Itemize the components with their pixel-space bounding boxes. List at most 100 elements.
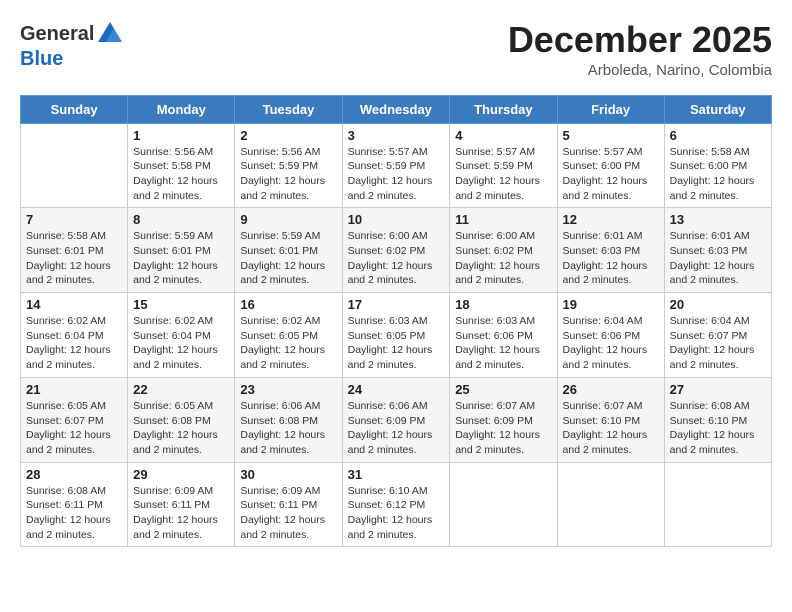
day-info: Sunrise: 5:58 AM Sunset: 6:01 PM Dayligh… [26, 229, 122, 288]
day-number: 22 [133, 382, 229, 397]
calendar-week-4: 21 Sunrise: 6:05 AM Sunset: 6:07 PM Dayli… [21, 377, 772, 462]
calendar-cell: 2 Sunrise: 5:56 AM Sunset: 5:59 PM Daylig… [235, 123, 342, 208]
day-number: 29 [133, 467, 229, 482]
calendar-cell: 10 Sunrise: 6:00 AM Sunset: 6:02 PM Dayli… [342, 208, 450, 293]
title-block: December 2025 Arboleda, Narino, Colombia [508, 20, 772, 79]
day-info: Sunrise: 6:08 AM Sunset: 6:11 PM Dayligh… [26, 484, 122, 543]
day-number: 3 [348, 128, 445, 143]
logo-icon [96, 20, 124, 48]
day-info: Sunrise: 6:03 AM Sunset: 6:06 PM Dayligh… [455, 314, 551, 373]
calendar-header-friday: Friday [557, 95, 664, 123]
calendar-cell: 18 Sunrise: 6:03 AM Sunset: 6:06 PM Dayli… [450, 293, 557, 378]
day-info: Sunrise: 5:57 AM Sunset: 5:59 PM Dayligh… [455, 145, 551, 204]
day-info: Sunrise: 6:06 AM Sunset: 6:08 PM Dayligh… [240, 399, 336, 458]
calendar-cell: 15 Sunrise: 6:02 AM Sunset: 6:04 PM Dayli… [128, 293, 235, 378]
calendar-cell [21, 123, 128, 208]
calendar-week-5: 28Sunrise: 6:08 AM Sunset: 6:11 PM Dayli… [21, 462, 772, 547]
calendar-cell: 25 Sunrise: 6:07 AM Sunset: 6:09 PM Dayli… [450, 377, 557, 462]
calendar-cell: 23Sunrise: 6:06 AM Sunset: 6:08 PM Dayli… [235, 377, 342, 462]
calendar-cell: 4 Sunrise: 5:57 AM Sunset: 5:59 PM Daylig… [450, 123, 557, 208]
day-number: 12 [563, 212, 659, 227]
calendar-cell: 28Sunrise: 6:08 AM Sunset: 6:11 PM Dayli… [21, 462, 128, 547]
calendar-cell: 9Sunrise: 5:59 AM Sunset: 6:01 PM Daylig… [235, 208, 342, 293]
calendar-cell [557, 462, 664, 547]
calendar-header-thursday: Thursday [450, 95, 557, 123]
calendar-table: SundayMondayTuesdayWednesdayThursdayFrid… [20, 95, 772, 548]
page-header: General Blue December 2025 Arboleda, Nar… [20, 20, 772, 79]
day-number: 30 [240, 467, 336, 482]
day-info: Sunrise: 6:03 AM Sunset: 6:05 PM Dayligh… [348, 314, 445, 373]
day-number: 9 [240, 212, 336, 227]
day-info: Sunrise: 6:09 AM Sunset: 6:11 PM Dayligh… [133, 484, 229, 543]
day-number: 8 [133, 212, 229, 227]
calendar-cell: 21 Sunrise: 6:05 AM Sunset: 6:07 PM Dayli… [21, 377, 128, 462]
day-number: 15 [133, 297, 229, 312]
day-number: 4 [455, 128, 551, 143]
calendar-cell: 17 Sunrise: 6:03 AM Sunset: 6:05 PM Dayli… [342, 293, 450, 378]
day-info: Sunrise: 5:58 AM Sunset: 6:00 PM Dayligh… [670, 145, 766, 204]
calendar-cell: 12 Sunrise: 6:01 AM Sunset: 6:03 PM Dayli… [557, 208, 664, 293]
calendar-cell: 26Sunrise: 6:07 AM Sunset: 6:10 PM Dayli… [557, 377, 664, 462]
day-number: 18 [455, 297, 551, 312]
day-info: Sunrise: 6:05 AM Sunset: 6:08 PM Dayligh… [133, 399, 229, 458]
calendar-header-sunday: Sunday [21, 95, 128, 123]
calendar-header-saturday: Saturday [664, 95, 771, 123]
day-info: Sunrise: 6:05 AM Sunset: 6:07 PM Dayligh… [26, 399, 122, 458]
day-number: 5 [563, 128, 659, 143]
calendar-week-1: 1 Sunrise: 5:56 AM Sunset: 5:58 PM Daylig… [21, 123, 772, 208]
day-info: Sunrise: 6:01 AM Sunset: 6:03 PM Dayligh… [563, 229, 659, 288]
calendar-cell: 20Sunrise: 6:04 AM Sunset: 6:07 PM Dayli… [664, 293, 771, 378]
calendar-cell: 7Sunrise: 5:58 AM Sunset: 6:01 PM Daylig… [21, 208, 128, 293]
calendar-header-wednesday: Wednesday [342, 95, 450, 123]
calendar-cell: 5 Sunrise: 5:57 AM Sunset: 6:00 PM Daylig… [557, 123, 664, 208]
page-subtitle: Arboleda, Narino, Colombia [508, 62, 772, 79]
page-title: December 2025 [508, 20, 772, 60]
day-info: Sunrise: 6:04 AM Sunset: 6:07 PM Dayligh… [670, 314, 766, 373]
day-number: 10 [348, 212, 445, 227]
calendar-header-monday: Monday [128, 95, 235, 123]
day-info: Sunrise: 6:07 AM Sunset: 6:10 PM Dayligh… [563, 399, 659, 458]
day-number: 21 [26, 382, 122, 397]
calendar-cell: 3 Sunrise: 5:57 AM Sunset: 5:59 PM Daylig… [342, 123, 450, 208]
day-info: Sunrise: 5:56 AM Sunset: 5:59 PM Dayligh… [240, 145, 336, 204]
calendar-cell: 29 Sunrise: 6:09 AM Sunset: 6:11 PM Dayli… [128, 462, 235, 547]
calendar-week-2: 7Sunrise: 5:58 AM Sunset: 6:01 PM Daylig… [21, 208, 772, 293]
day-number: 1 [133, 128, 229, 143]
day-info: Sunrise: 6:02 AM Sunset: 6:05 PM Dayligh… [240, 314, 336, 373]
day-info: Sunrise: 6:01 AM Sunset: 6:03 PM Dayligh… [670, 229, 766, 288]
calendar-cell [664, 462, 771, 547]
day-number: 17 [348, 297, 445, 312]
day-info: Sunrise: 6:07 AM Sunset: 6:09 PM Dayligh… [455, 399, 551, 458]
day-info: Sunrise: 6:08 AM Sunset: 6:10 PM Dayligh… [670, 399, 766, 458]
day-info: Sunrise: 5:56 AM Sunset: 5:58 PM Dayligh… [133, 145, 229, 204]
day-number: 16 [240, 297, 336, 312]
day-info: Sunrise: 6:02 AM Sunset: 6:04 PM Dayligh… [26, 314, 122, 373]
day-number: 2 [240, 128, 336, 143]
day-info: Sunrise: 6:09 AM Sunset: 6:11 PM Dayligh… [240, 484, 336, 543]
day-number: 25 [455, 382, 551, 397]
day-info: Sunrise: 6:00 AM Sunset: 6:02 PM Dayligh… [348, 229, 445, 288]
calendar-header-row: SundayMondayTuesdayWednesdayThursdayFrid… [21, 95, 772, 123]
calendar-cell: 30 Sunrise: 6:09 AM Sunset: 6:11 PM Dayli… [235, 462, 342, 547]
calendar-cell: 14Sunrise: 6:02 AM Sunset: 6:04 PM Dayli… [21, 293, 128, 378]
day-info: Sunrise: 5:57 AM Sunset: 5:59 PM Dayligh… [348, 145, 445, 204]
day-number: 19 [563, 297, 659, 312]
day-info: Sunrise: 6:02 AM Sunset: 6:04 PM Dayligh… [133, 314, 229, 373]
day-info: Sunrise: 6:00 AM Sunset: 6:02 PM Dayligh… [455, 229, 551, 288]
logo-general-text: General [20, 23, 94, 46]
calendar-cell: 1 Sunrise: 5:56 AM Sunset: 5:58 PM Daylig… [128, 123, 235, 208]
day-number: 24 [348, 382, 445, 397]
calendar-week-3: 14Sunrise: 6:02 AM Sunset: 6:04 PM Dayli… [21, 293, 772, 378]
day-number: 27 [670, 382, 766, 397]
calendar-cell: 27 Sunrise: 6:08 AM Sunset: 6:10 PM Dayli… [664, 377, 771, 462]
logo: General Blue [20, 20, 124, 71]
day-info: Sunrise: 5:57 AM Sunset: 6:00 PM Dayligh… [563, 145, 659, 204]
calendar-cell [450, 462, 557, 547]
calendar-cell: 24 Sunrise: 6:06 AM Sunset: 6:09 PM Dayli… [342, 377, 450, 462]
calendar-cell: 8 Sunrise: 5:59 AM Sunset: 6:01 PM Daylig… [128, 208, 235, 293]
day-info: Sunrise: 6:10 AM Sunset: 6:12 PM Dayligh… [348, 484, 445, 543]
calendar-cell: 6Sunrise: 5:58 AM Sunset: 6:00 PM Daylig… [664, 123, 771, 208]
day-info: Sunrise: 5:59 AM Sunset: 6:01 PM Dayligh… [133, 229, 229, 288]
calendar-cell: 11Sunrise: 6:00 AM Sunset: 6:02 PM Dayli… [450, 208, 557, 293]
day-info: Sunrise: 6:06 AM Sunset: 6:09 PM Dayligh… [348, 399, 445, 458]
